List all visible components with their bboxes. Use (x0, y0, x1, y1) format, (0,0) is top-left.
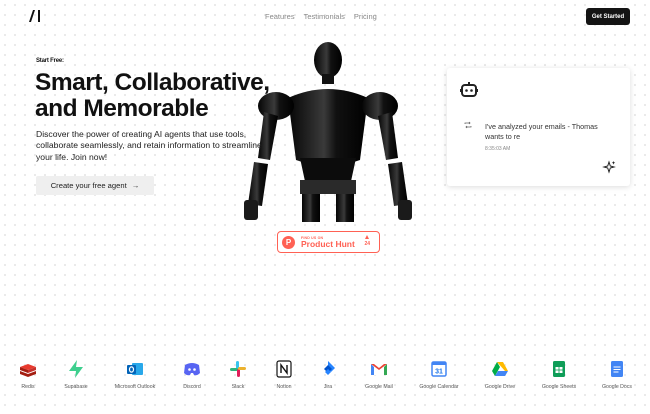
integration-label: Supabase (64, 384, 88, 390)
hero-description: Discover the power of creating AI agents… (36, 129, 262, 162)
vote-number: 24 (364, 241, 370, 247)
top-nav: Features Testimonials Pricing (265, 12, 377, 21)
integration-label: Google Docs (602, 384, 632, 390)
page-title: Smart, Collaborative, and Memorable (35, 70, 295, 121)
integration-google-docs[interactable]: Google Docs (582, 360, 650, 390)
sparkle-icon[interactable] (602, 160, 616, 174)
headline-line-2: and Memorable (35, 94, 209, 122)
integration-label: Google Mail (365, 384, 393, 390)
integration-label: Jira (323, 384, 333, 390)
upvote-arrow-icon (365, 235, 370, 239)
jira-icon (324, 361, 335, 375)
integration-label: Google Calendar (419, 384, 459, 390)
integration-label: Redis (21, 384, 35, 390)
nav-features[interactable]: Features (265, 12, 295, 21)
arrow-right-icon: → (131, 181, 140, 190)
google-sheets-icon (553, 361, 565, 377)
repeat-icon[interactable] (464, 121, 472, 129)
google-calendar-icon: 31 (431, 361, 447, 377)
integrations-row: Redis Supabase Microsoft Outlook Discord… (0, 360, 650, 396)
outlook-icon (127, 363, 143, 375)
create-agent-button[interactable]: Create your free agent → (36, 176, 154, 195)
slack-icon (230, 361, 246, 377)
upvote-count: 24 (364, 235, 370, 247)
integration-label: Notion (276, 384, 292, 390)
integration-google-calendar[interactable]: 31 Google Calendar (404, 360, 474, 390)
start-free-label: Start Free: (36, 58, 64, 64)
integration-label: Slack (231, 384, 245, 390)
chat-message: I've analyzed your emails - Thomas wants… (485, 122, 598, 141)
robot-bot-icon (460, 82, 478, 97)
google-drive-icon (492, 362, 508, 376)
integration-label: Google Sheets (541, 384, 577, 390)
headline-line-1: Smart, Collaborative, (35, 69, 270, 96)
create-agent-label: Create your free agent (50, 181, 127, 190)
discord-icon (184, 363, 200, 376)
product-hunt-icon: P (282, 235, 295, 249)
chat-timestamp: 8:35:03 AM (485, 146, 511, 152)
chat-preview-card: I've analyzed your emails - Thomas wants… (447, 68, 630, 186)
integration-label: Google Drive (484, 384, 516, 390)
nav-pricing[interactable]: Pricing (354, 12, 377, 21)
redis-icon (20, 364, 36, 377)
get-started-button[interactable]: Get Started (586, 8, 630, 25)
google-docs-icon (611, 361, 623, 377)
svg-text:31: 31 (435, 369, 443, 376)
brand-logo-icon[interactable] (28, 9, 42, 23)
nav-testimonials[interactable]: Testimonials (304, 12, 345, 21)
integration-label: Discord (183, 384, 201, 390)
product-hunt-badge[interactable]: P FIND US ON Product Hunt 24 (277, 231, 380, 253)
gmail-icon (371, 364, 387, 375)
supabase-icon (69, 360, 83, 378)
product-hunt-title: Product Hunt (301, 238, 355, 249)
integration-label: Microsoft Outlook (114, 384, 156, 390)
notion-icon (276, 360, 292, 378)
